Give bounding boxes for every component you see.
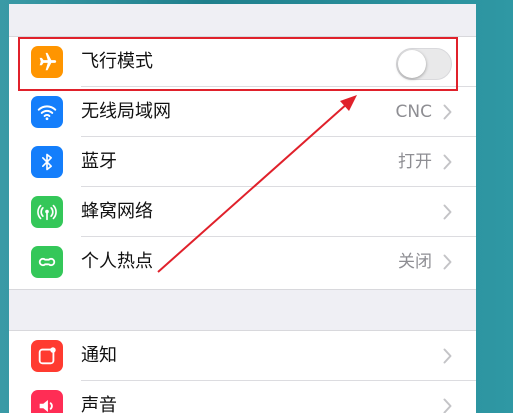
annotation-arrow [157, 95, 357, 273]
annotation-arrow-line [157, 102, 349, 273]
